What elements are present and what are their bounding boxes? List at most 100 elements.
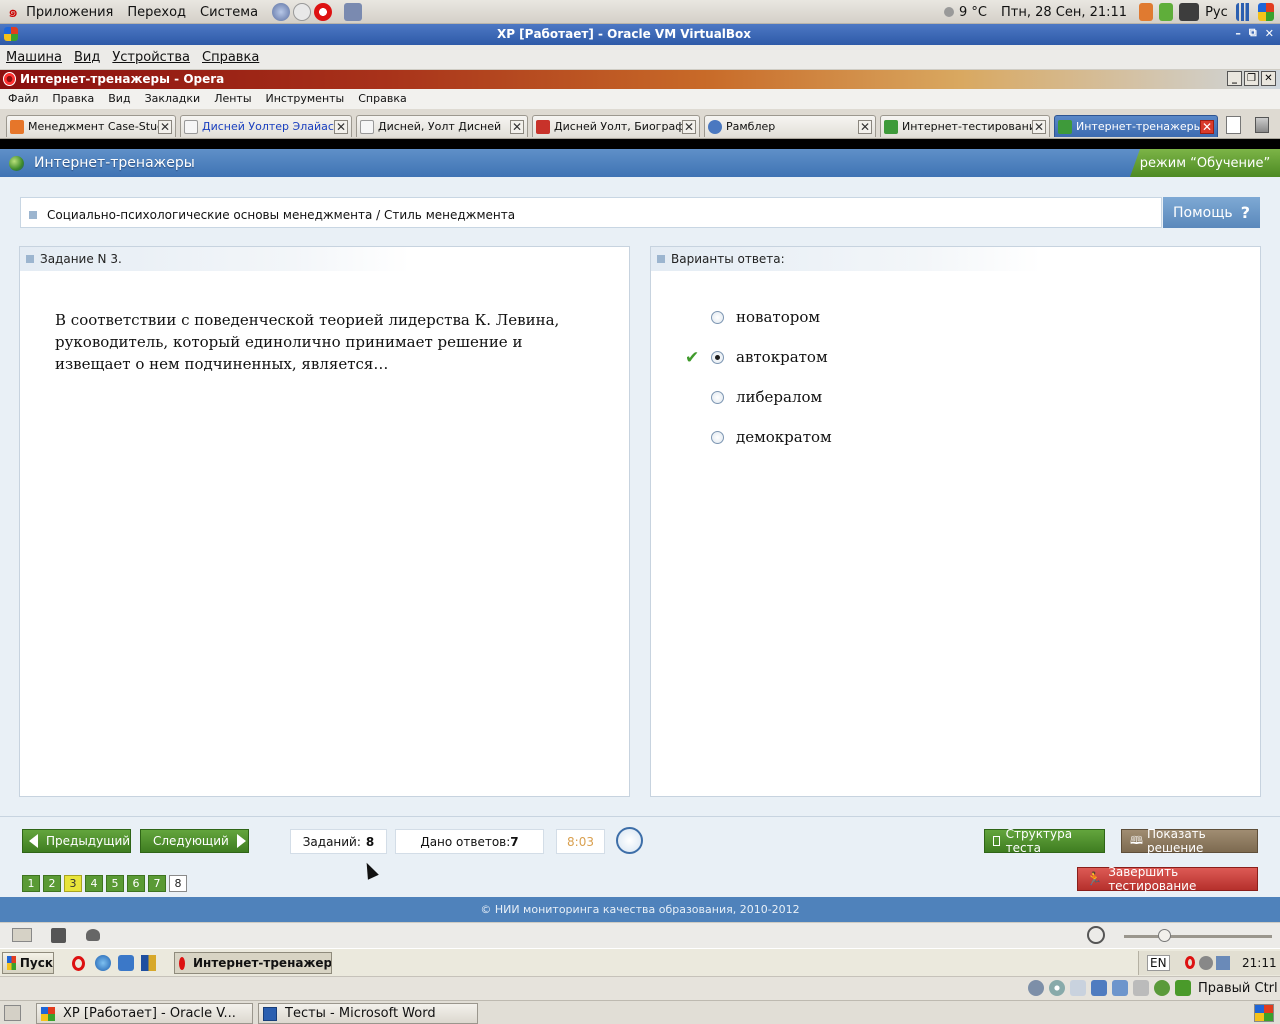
vbox-menu-machine[interactable]: Машина — [6, 50, 62, 65]
speed-dial-icon[interactable] — [86, 929, 100, 941]
opera-menu-help[interactable]: Справка — [358, 92, 406, 105]
zoom-slider-handle[interactable] — [1158, 929, 1171, 942]
answer-option[interactable]: демократом — [711, 426, 832, 448]
trash-icon[interactable] — [1255, 117, 1269, 133]
arrow-down-icon[interactable] — [1175, 980, 1191, 996]
tab-close-icon[interactable]: ✕ — [858, 119, 872, 134]
vbox-menu-devices[interactable]: Устройства — [112, 50, 190, 65]
vbox-menu-view[interactable]: Вид — [74, 50, 100, 65]
opera-menu-view[interactable]: Вид — [108, 92, 130, 105]
new-tab-icon[interactable] — [1226, 116, 1241, 134]
page-button-2[interactable]: 2 — [43, 875, 61, 892]
opera-menu-tools[interactable]: Инструменты — [266, 92, 345, 105]
vbox-menu-help[interactable]: Справка — [202, 50, 259, 65]
page-button-1[interactable]: 1 — [22, 875, 40, 892]
radio-button-selected[interactable] — [711, 350, 724, 364]
feed-icon[interactable] — [12, 928, 32, 942]
tray-app-icon[interactable] — [1139, 3, 1154, 21]
answer-option[interactable]: автократом — [711, 346, 828, 368]
keyboard-layout[interactable]: Рус — [1205, 5, 1228, 20]
vbox-maximize-button[interactable]: ⧉ — [1249, 26, 1257, 40]
outlook-quicklaunch-icon[interactable] — [118, 955, 134, 971]
test-structure-button[interactable]: Структура теста — [984, 827, 1105, 855]
folder-icon[interactable] — [1112, 980, 1128, 996]
opera-menu-feeds[interactable]: Ленты — [214, 92, 251, 105]
gnome-task-virtualbox[interactable]: XP [Работает] - Oracle V... — [36, 1003, 253, 1024]
answer-option[interactable]: либералом — [711, 386, 822, 408]
opera-quicklaunch-icon[interactable] — [72, 956, 85, 971]
keyboard-layout-xp[interactable]: EN — [1147, 955, 1170, 971]
xp-task-opera[interactable]: Интернет-тренажер... — [174, 952, 332, 974]
opera-close-button[interactable]: ✕ — [1261, 71, 1276, 86]
xp-clock[interactable]: 21:11 — [1242, 956, 1277, 970]
opera-menu-bookmarks[interactable]: Закладки — [145, 92, 201, 105]
show-solution-button[interactable]: 🕮 Показать решение — [1121, 827, 1258, 855]
tab-close-icon[interactable]: ✕ — [682, 119, 696, 134]
vbox-close-button[interactable]: ✕ — [1265, 27, 1274, 40]
page-button-5[interactable]: 5 — [106, 875, 124, 892]
zoom-icon[interactable] — [1087, 926, 1105, 944]
app-quicklaunch-icon[interactable] — [141, 955, 156, 971]
vbox-minimize-button[interactable]: – — [1235, 27, 1241, 40]
tab-close-icon[interactable]: ✕ — [334, 119, 348, 134]
gnome-menu-applications[interactable]: Приложения — [26, 5, 113, 20]
radio-button[interactable] — [711, 310, 724, 324]
opera-restore-button[interactable]: ❐ — [1244, 71, 1259, 86]
tab-disney-walt[interactable]: Дисней, Уолт Дисней ✕ — [356, 115, 528, 137]
tab-close-icon[interactable]: ✕ — [1032, 119, 1046, 134]
display-small-icon[interactable] — [1133, 980, 1149, 996]
cd-icon[interactable] — [1049, 980, 1065, 996]
gnome-task-word[interactable]: Тесты - Microsoft Word — [258, 1003, 478, 1024]
debian-logo-icon[interactable]: ๑ — [8, 0, 18, 25]
panel-icon[interactable] — [51, 928, 66, 943]
opera-tray-icon[interactable] — [1185, 956, 1195, 969]
signal-icon[interactable] — [1235, 3, 1252, 21]
page-button-4[interactable]: 4 — [85, 875, 103, 892]
windows-xp-icon[interactable] — [1257, 3, 1274, 21]
browser-launcher-icon[interactable] — [272, 3, 291, 21]
finish-test-button[interactable]: 🏃 Завершить тестирование — [1077, 865, 1258, 893]
tab-disney-biography[interactable]: Дисней Уолт, Биограф... ✕ — [532, 115, 700, 137]
help-button[interactable]: Помощь ? — [1163, 197, 1260, 228]
gnome-menu-places[interactable]: Переход — [127, 5, 186, 20]
page-button-8[interactable]: 8 — [169, 875, 187, 892]
tab-close-icon[interactable]: ✕ — [510, 119, 524, 134]
update-icon[interactable] — [1159, 3, 1174, 21]
tray-icon-2[interactable] — [1216, 956, 1230, 970]
opera-menu-file[interactable]: Файл — [8, 92, 38, 105]
virtualization-icon[interactable] — [1154, 980, 1170, 996]
opera-minimize-button[interactable]: _ — [1227, 71, 1242, 86]
start-button[interactable]: Пуск — [2, 952, 54, 974]
tab-internet-testing[interactable]: Интернет-тестирование ✕ — [880, 115, 1050, 137]
opera-menu-edit[interactable]: Правка — [52, 92, 94, 105]
answer-option[interactable]: новатором — [711, 306, 820, 328]
tab-management-case[interactable]: Менеджмент Case-Stud... ✕ — [6, 115, 176, 137]
phone-launcher-icon[interactable] — [344, 3, 363, 21]
workspace-icon[interactable] — [1254, 1004, 1274, 1022]
tray-icon[interactable] — [1199, 956, 1213, 970]
zoom-slider-track[interactable] — [1124, 935, 1272, 938]
tab-disney-walter[interactable]: Дисней Уолтер Элайас ✕ — [180, 115, 352, 137]
previous-button[interactable]: Предыдущий — [22, 829, 131, 853]
tab-rambler[interactable]: Рамблер ✕ — [704, 115, 876, 137]
radio-button[interactable] — [711, 390, 724, 404]
tab-close-icon[interactable]: ✕ — [158, 119, 172, 134]
page-button-6[interactable]: 6 — [127, 875, 145, 892]
page-button-7[interactable]: 7 — [148, 875, 166, 892]
opera-launcher-icon[interactable] — [314, 3, 333, 21]
radio-button[interactable] — [711, 430, 724, 444]
hdd-icon[interactable] — [1028, 980, 1044, 996]
display-icon[interactable] — [1179, 3, 1200, 21]
ie-quicklaunch-icon[interactable] — [95, 955, 111, 971]
show-desktop-icon[interactable] — [4, 1005, 21, 1021]
pen-icon[interactable] — [1070, 980, 1086, 996]
clock-icon[interactable] — [616, 827, 643, 854]
tab-close-icon[interactable]: ✕ — [1200, 119, 1214, 134]
network-icon[interactable] — [1091, 980, 1107, 996]
weather-temp[interactable]: 9 °C — [959, 5, 987, 20]
page-button-3-current[interactable]: 3 — [64, 875, 82, 892]
mail-launcher-icon[interactable] — [293, 3, 312, 21]
gnome-menu-system[interactable]: Система — [200, 5, 258, 20]
clock[interactable]: Птн, 28 Сен, 21:11 — [1001, 5, 1127, 20]
next-button[interactable]: Следующий — [140, 829, 249, 853]
